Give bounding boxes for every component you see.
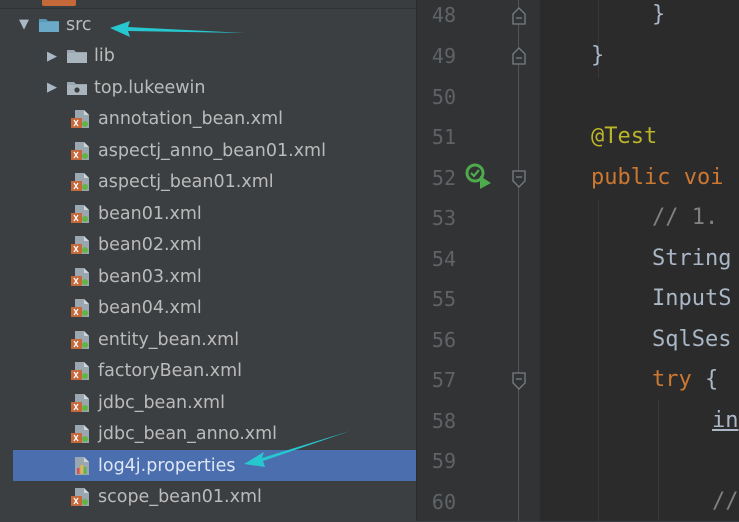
tree-item-label: aspectj_bean01.xml: [98, 172, 274, 192]
folder-icon: [66, 46, 88, 66]
code-line-56[interactable]: SqlSes: [652, 320, 731, 360]
indent-guide: [598, 200, 599, 521]
tree-item-label: jdbc_bean.xml: [98, 392, 225, 413]
xml-file-icon: [70, 330, 92, 350]
fold-start-icon[interactable]: [510, 371, 528, 391]
line-number: 59: [431, 449, 456, 473]
fold-end-icon[interactable]: [510, 46, 528, 66]
open-brace: {: [691, 367, 719, 392]
xml-file-icon: [70, 141, 92, 161]
line-number: 60: [431, 490, 456, 514]
expand-arrow-right-icon[interactable]: ▶: [44, 80, 60, 95]
line-number: 54: [431, 247, 456, 271]
code-line-51[interactable]: @Test: [591, 117, 657, 157]
xml-file-icon: [70, 361, 92, 381]
tree-item-selected[interactable]: log4j.properties: [13, 450, 416, 481]
xml-file-icon: [70, 424, 92, 444]
xml-file-icon: [70, 204, 92, 224]
tree-item[interactable]: aspectj_anno_bean01.xml: [0, 135, 416, 166]
gutter-fold-line: [518, 0, 519, 521]
xml-file-icon: [70, 109, 92, 129]
code-line-60[interactable]: //: [712, 482, 739, 522]
code-line-58[interactable]: in: [712, 401, 739, 441]
project-tree[interactable]: ▼ src ▶ lib ▶ top.lukeewin annotation_bean.xml…: [0, 0, 416, 521]
fold-end-icon[interactable]: [510, 6, 528, 26]
code-line-49[interactable]: }: [591, 36, 604, 76]
tree-item-label: annotation_bean.xml: [98, 109, 283, 129]
code-line-55[interactable]: InputS: [652, 279, 731, 319]
properties-file-icon: [70, 456, 92, 476]
tree-item[interactable]: factoryBean.xml: [0, 356, 416, 387]
tree-item[interactable]: jdbc_bean.xml: [0, 387, 416, 418]
line-number: 53: [431, 206, 456, 230]
code-line-57[interactable]: try {: [652, 360, 718, 400]
folder-open-icon: [38, 15, 60, 35]
try-keyword: try: [652, 367, 692, 392]
fold-start-icon[interactable]: [510, 169, 528, 189]
tree-item-label: bean04.xml: [98, 298, 202, 318]
tree-item-label: src: [66, 14, 92, 35]
tree-item[interactable]: ▼ src: [0, 9, 416, 40]
line-number: 58: [431, 409, 456, 433]
tree-item-label: bean01.xml: [98, 203, 202, 224]
tree-item[interactable]: bean04.xml: [0, 293, 416, 324]
tree-item-label: aspectj_anno_bean01.xml: [98, 140, 326, 161]
expand-arrow-right-icon[interactable]: ▶: [44, 49, 60, 64]
tree-item[interactable]: bean01.xml: [0, 198, 416, 229]
line-number: 49: [431, 44, 456, 68]
package-icon: [66, 78, 88, 98]
expand-arrow-down-icon[interactable]: ▼: [16, 17, 32, 32]
tree-item[interactable]: annotation_bean.xml: [0, 104, 416, 135]
xml-file-icon: [70, 172, 92, 192]
line-number: 57: [431, 368, 456, 392]
tree-item-label: lib: [94, 46, 115, 66]
xml-file-icon: [70, 393, 92, 413]
indent-guide: [658, 400, 659, 521]
tree-item[interactable]: aspectj_bean01.xml: [0, 167, 416, 198]
line-number: 55: [431, 287, 456, 311]
code-line-48[interactable]: }: [652, 0, 665, 35]
xml-file-icon: [70, 298, 92, 318]
tree-item[interactable]: ▶ top.lukeewin: [0, 72, 416, 103]
tree-item[interactable]: bean02.xml: [0, 230, 416, 261]
line-number: 51: [431, 125, 456, 149]
tree-item-label: log4j.properties: [98, 455, 236, 476]
tree-item[interactable]: ▶ lib: [0, 41, 416, 72]
line-number: 50: [431, 85, 456, 109]
tree-item-label: entity_bean.xml: [98, 329, 240, 350]
xml-file-icon: [70, 267, 92, 287]
xml-file-icon: [70, 487, 92, 507]
tree-item[interactable]: bean03.xml: [0, 261, 416, 292]
code-line-52[interactable]: public voi: [591, 158, 723, 198]
tree-item-label: bean02.xml: [98, 235, 202, 255]
code-line-54[interactable]: String: [652, 239, 731, 279]
code-line-53[interactable]: // 1.: [652, 198, 718, 238]
tree-header-strip: [0, 0, 416, 9]
line-number: 56: [431, 328, 456, 352]
tree-item[interactable]: scope_bean01.xml: [0, 482, 416, 513]
tree-item-label: scope_bean01.xml: [98, 487, 262, 507]
tree-item[interactable]: jdbc_bean_anno.xml: [0, 419, 416, 450]
tree-item-label: top.lukeewin: [94, 77, 206, 98]
line-number: 48: [431, 3, 456, 27]
line-number: 52: [431, 166, 456, 190]
xml-file-icon: [70, 235, 92, 255]
run-test-icon[interactable]: [464, 162, 494, 190]
tree-item[interactable]: entity_bean.xml: [0, 324, 416, 355]
tree-item-label: factoryBean.xml: [98, 361, 243, 381]
tree-item-label: bean03.xml: [98, 266, 202, 287]
tree-item-label: jdbc_bean_anno.xml: [98, 424, 278, 444]
